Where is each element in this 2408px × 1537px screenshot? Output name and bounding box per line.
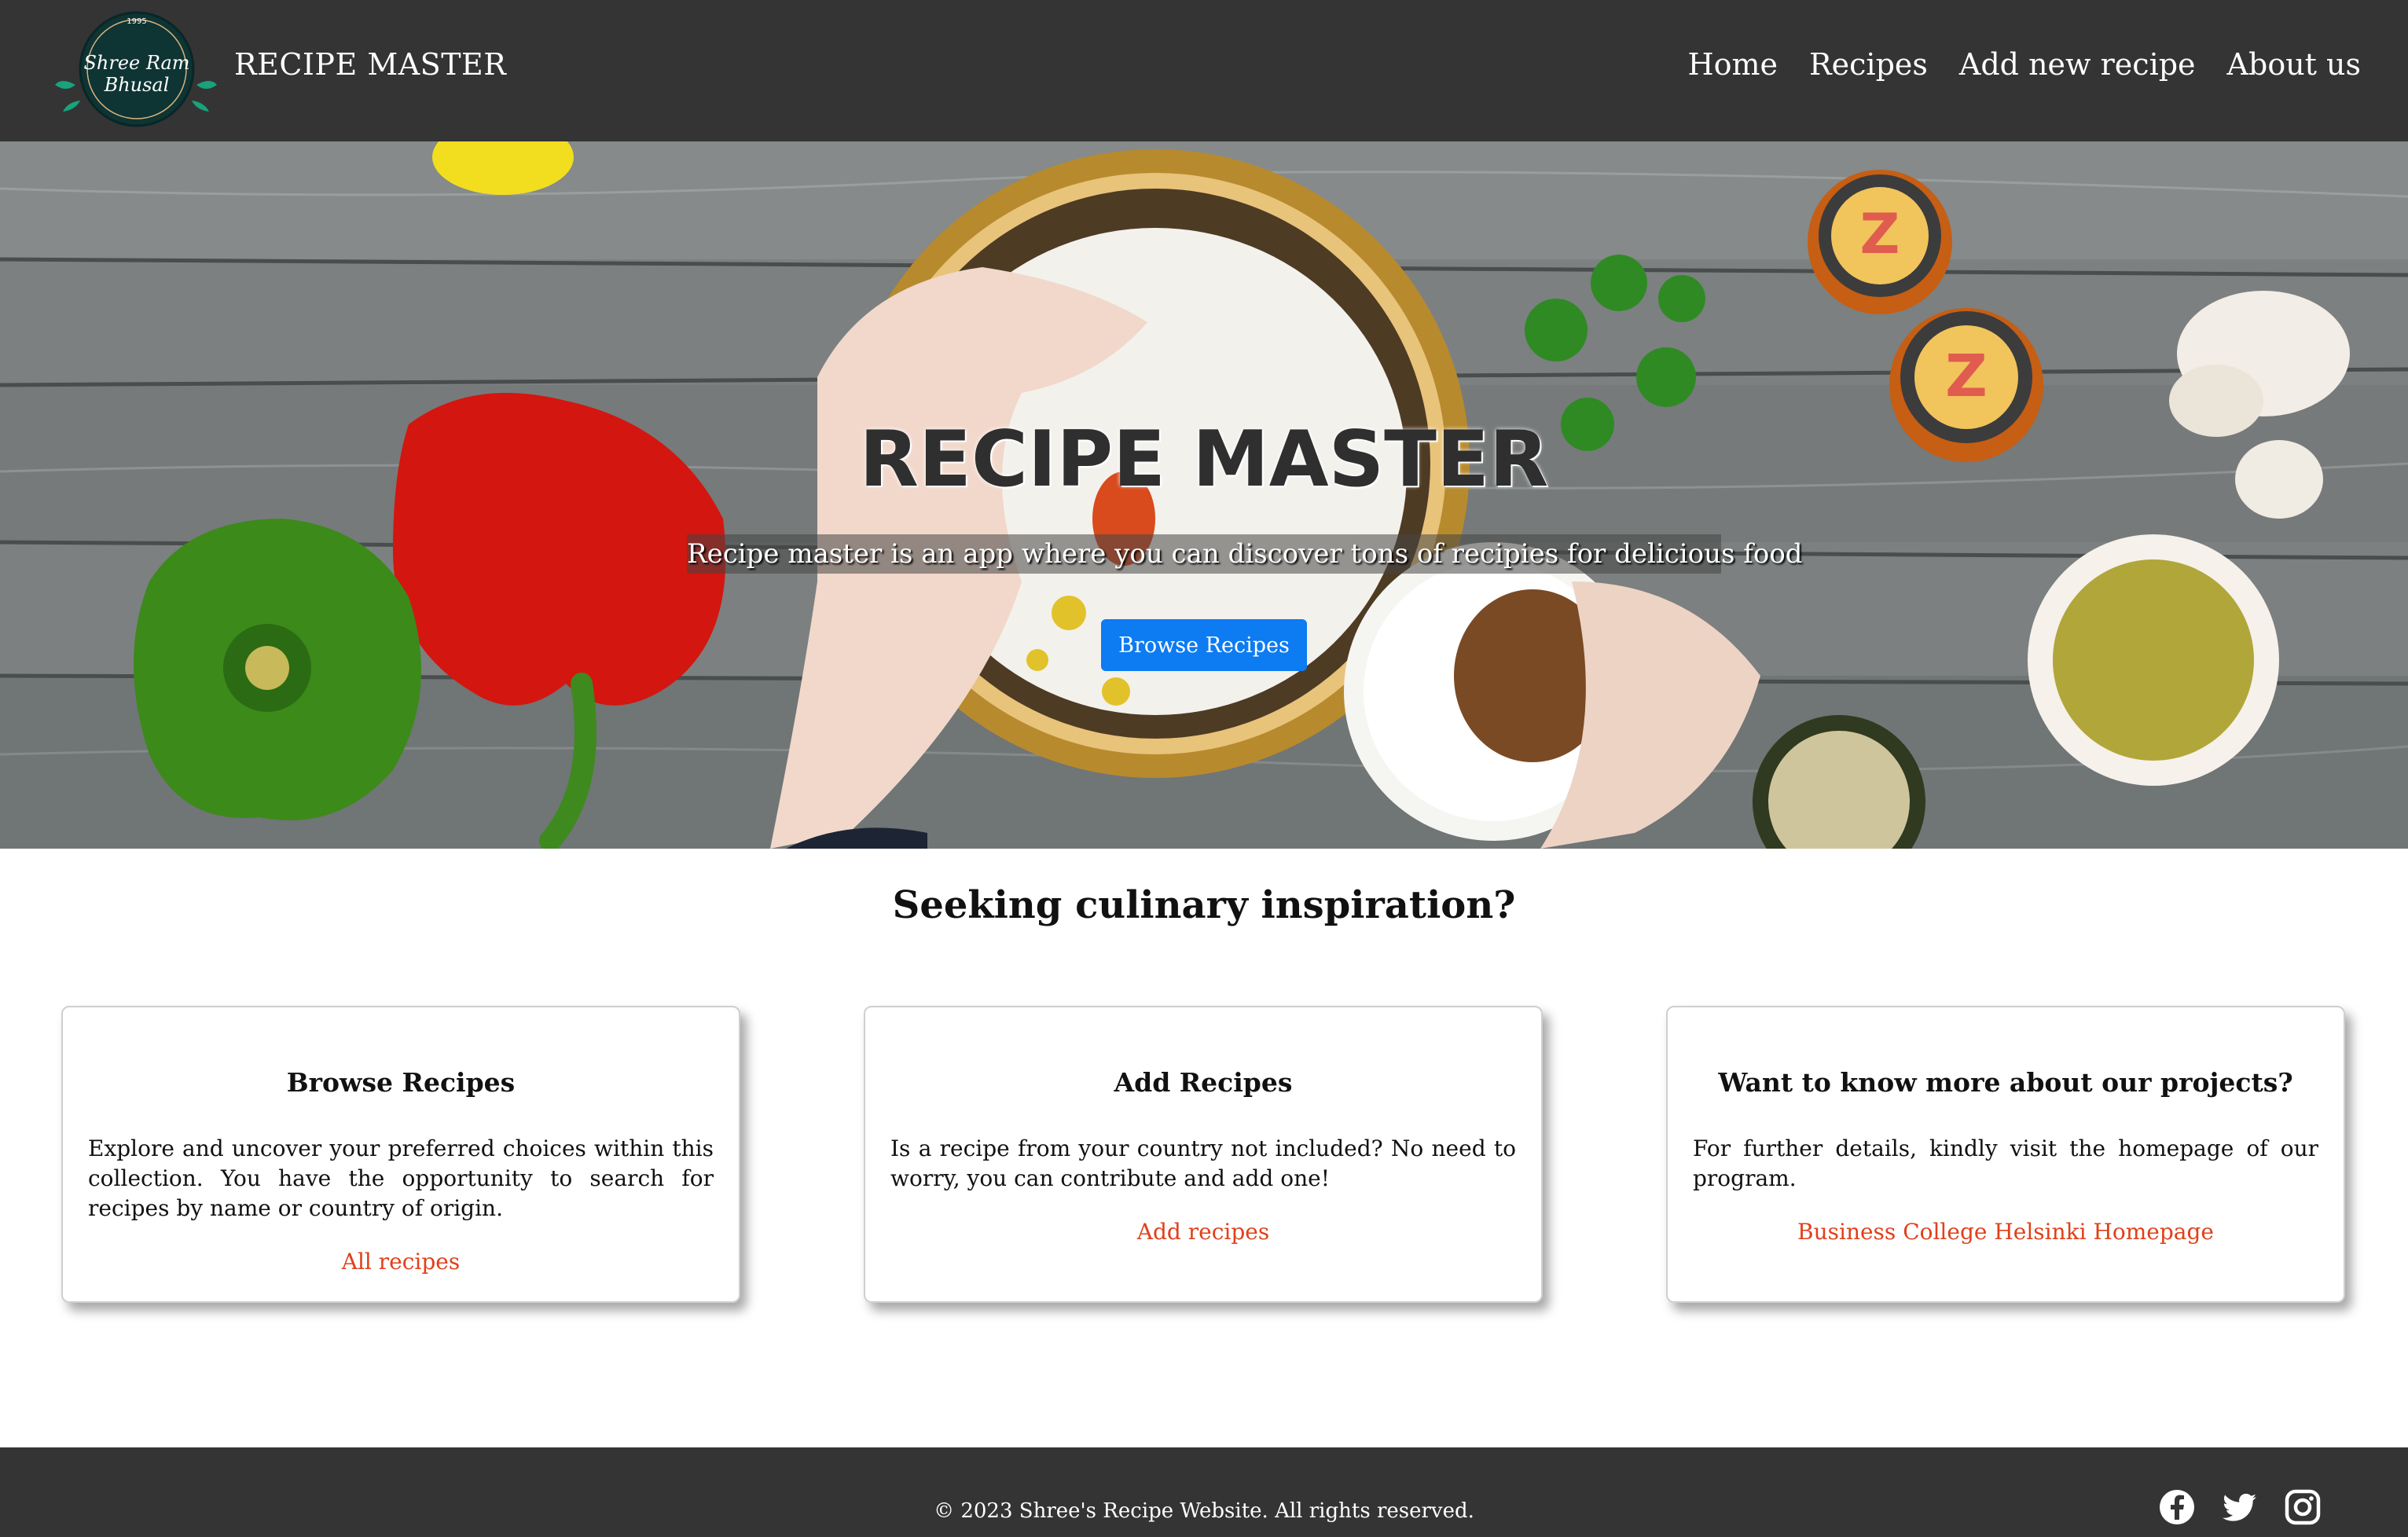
site-header: 1995 Shree Ram Bhusal RECIPE MASTER Home… — [0, 0, 2408, 141]
all-recipes-link[interactable]: All recipes — [88, 1249, 714, 1275]
hero-title: RECIPE MASTER — [859, 415, 1549, 504]
card-text: Explore and uncover your preferred choic… — [88, 1135, 714, 1221]
browse-recipes-button[interactable]: Browse Recipes — [1101, 619, 1307, 671]
svg-text:Shree Ram: Shree Ram — [83, 52, 189, 74]
card-title: Want to know more about our projects? — [1718, 1067, 2293, 1098]
site-logo[interactable]: 1995 Shree Ram Bhusal — [52, 6, 217, 137]
nav-home[interactable]: Home — [1687, 47, 1778, 82]
add-recipes-link[interactable]: Add recipes — [890, 1219, 1516, 1245]
site-footer: © 2023 Shree's Recipe Website. All right… — [0, 1447, 2408, 1537]
copyright-text: © 2023 Shree's Recipe Website. All right… — [934, 1499, 1474, 1523]
svg-text:1995: 1995 — [127, 17, 146, 26]
college-homepage-link[interactable]: Business College Helsinki Homepage — [1693, 1219, 2318, 1245]
card-text: Is a recipe from your country not includ… — [890, 1135, 1516, 1191]
card-text: For further details, kindly visit the ho… — [1693, 1135, 2318, 1191]
twitter-icon[interactable] — [2221, 1488, 2259, 1526]
hero-banner: Z Z RECIPE MASTER Recipe master is an ap… — [0, 141, 2408, 849]
card-add-recipes: Add Recipes Is a recipe from your countr… — [864, 1006, 1543, 1303]
svg-text:Bhusal: Bhusal — [104, 74, 170, 96]
main-nav: Home Recipes Add new recipe About us — [1687, 47, 2361, 82]
brand-title[interactable]: RECIPE MASTER — [234, 47, 506, 82]
card-about-projects: Want to know more about our projects? Fo… — [1666, 1006, 2345, 1303]
hero-subtitle: Recipe master is an app where you can di… — [687, 534, 1803, 574]
card-title: Add Recipes — [1114, 1067, 1293, 1098]
card-browse-recipes: Browse Recipes Explore and uncover your … — [61, 1006, 740, 1303]
nav-add-new-recipe[interactable]: Add new recipe — [1959, 47, 2196, 82]
svg-text:Z: Z — [1945, 343, 1988, 410]
nav-recipes[interactable]: Recipes — [1809, 47, 1928, 82]
card-title: Browse Recipes — [286, 1067, 516, 1098]
section-heading: Seeking culinary inspiration? — [892, 883, 1516, 927]
instagram-icon[interactable] — [2284, 1488, 2322, 1526]
nav-about-us[interactable]: About us — [2227, 47, 2361, 82]
facebook-icon[interactable] — [2158, 1488, 2196, 1526]
svg-text:Z: Z — [1860, 202, 1900, 266]
social-links — [2158, 1488, 2322, 1526]
